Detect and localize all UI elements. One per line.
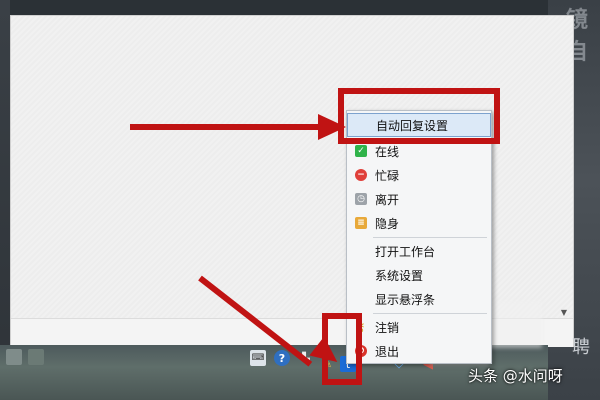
menu-item-label: 离开 (375, 192, 400, 207)
menu-item-busy[interactable]: − 忙碌 (347, 163, 491, 187)
menu-item-label: 隐身 (375, 216, 400, 231)
menu-item-label: 注销 (375, 320, 400, 335)
menu-item-label: 系统设置 (375, 268, 424, 283)
menu-item-label: 打开工作台 (375, 244, 436, 259)
menu-item-label: 在线 (375, 144, 400, 159)
keyboard-icon[interactable]: ⌨ (250, 350, 266, 366)
menu-item-exit[interactable]: ⊘ 退出 (347, 339, 491, 363)
menu-separator (373, 237, 487, 238)
background-text: 聘 (572, 337, 590, 358)
menu-item-show-floating-bar[interactable]: 显示悬浮条 (347, 287, 491, 311)
annotation-arrowhead (318, 114, 346, 140)
annotation-arrow-menu (130, 124, 320, 130)
blurred-region (486, 300, 542, 348)
menu-item-system-settings[interactable]: 系统设置 (347, 263, 491, 287)
menu-item-label: 退出 (375, 344, 400, 359)
help-icon[interactable]: ? (274, 350, 290, 366)
menu-item-label: 显示悬浮条 (375, 292, 436, 307)
menu-item-away[interactable]: ◷ 离开 (347, 187, 491, 211)
menu-item-open-workbench[interactable]: 打开工作台 (347, 239, 491, 263)
menu-item-logout[interactable]: ⚷ 注销 (347, 315, 491, 339)
background-left (0, 0, 10, 400)
busy-status-icon: − (355, 169, 367, 181)
check-status-icon: ✓ (355, 145, 367, 157)
tray-context-menu: 自动回复设置 ✓ 在线 − 忙碌 ◷ 离开 ≡ 隐身 打开工作台 系统设置 显示… (346, 110, 492, 364)
watermark: 头条 @水问呀 (468, 367, 563, 385)
menu-item-label: 忙碌 (375, 168, 400, 183)
away-clock-icon: ◷ (355, 193, 367, 205)
menu-item-invisible[interactable]: ≡ 隐身 (347, 211, 491, 235)
invisible-status-icon: ≡ (355, 217, 367, 229)
taskbar-thumbnail-icon (6, 349, 22, 365)
menu-separator (373, 313, 487, 314)
annotation-box-menu (338, 88, 500, 144)
taskbar-thumbnail-icon (28, 349, 44, 365)
scroll-down-icon[interactable]: ▼ (561, 308, 567, 317)
